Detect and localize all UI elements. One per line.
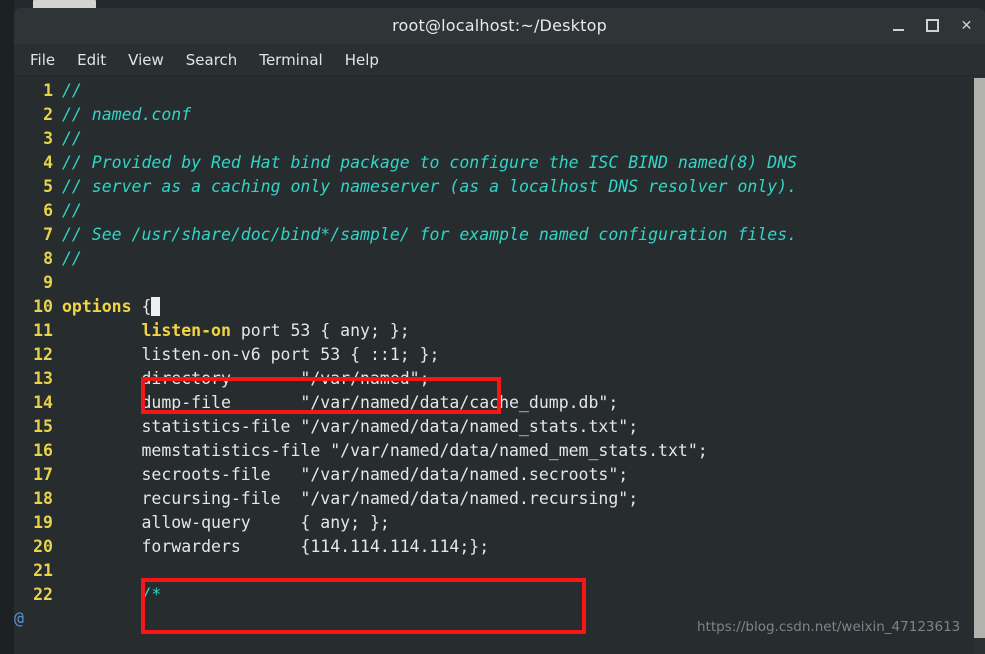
line-number: 8 [43, 249, 53, 268]
line-number: 3 [43, 129, 53, 148]
scrollbar[interactable] [974, 76, 985, 654]
code-token: forwarders {114.114.114.114;}; [62, 537, 490, 556]
editor-line[interactable]: 16 memstatistics-file "/var/named/data/n… [14, 439, 973, 463]
code-token: listen-on [141, 321, 231, 340]
code-token: // [62, 201, 82, 220]
line-number: 2 [43, 105, 53, 124]
line-number: 16 [33, 441, 53, 460]
editor-line[interactable]: 17 secroots-file "/var/named/data/named.… [14, 463, 973, 487]
code-token: listen-on-v6 port 53 { ::1; }; [62, 345, 440, 364]
window-title: root@localhost:~/Desktop [392, 16, 607, 35]
line-number: 12 [33, 345, 53, 364]
code-token: // server as a caching only nameserver (… [62, 177, 798, 196]
code-token: secroots-file "/var/named/data/named.sec… [62, 465, 629, 484]
code-token: // Provided by Red Hat bind package to c… [62, 153, 798, 172]
line-number: 7 [43, 225, 53, 244]
code-token: memstatistics-file "/var/named/data/name… [62, 441, 708, 460]
editor-line[interactable]: 7 // See /usr/share/doc/bind*/sample/ for… [14, 223, 973, 247]
editor-line[interactable]: 11 listen-on port 53 { any; }; [14, 319, 973, 343]
line-number: 19 [33, 513, 53, 532]
code-token: directory "/var/named"; [62, 369, 430, 388]
code-token: allow-query { any; }; [62, 513, 390, 532]
screen: root@localhost:~/Desktop ✕ File Edit Vie… [0, 0, 985, 654]
editor-line[interactable]: 10 options { [14, 295, 973, 319]
editor-line[interactable]: 19 allow-query { any; }; [14, 511, 973, 535]
watermark: https://blog.csdn.net/weixin_47123613 [697, 619, 961, 635]
code-token: { [131, 297, 152, 316]
editor-line[interactable]: 20 forwarders {114.114.114.114;}; [14, 535, 973, 559]
code-token: // See /usr/share/doc/bind*/sample/ for … [62, 225, 798, 244]
editor-line[interactable]: 2 // named.conf [14, 103, 973, 127]
scrollbar-thumb[interactable] [974, 78, 985, 638]
code-token: dump-file "/var/named/data/cache_dump.db… [62, 393, 619, 412]
editor-line[interactable]: 3 // [14, 127, 973, 151]
menu-terminal[interactable]: Terminal [248, 48, 333, 72]
line-number: 9 [43, 273, 53, 292]
code-token: port 53 { any; }; [230, 321, 410, 340]
editor-line[interactable]: 15 statistics-file "/var/named/data/name… [14, 415, 973, 439]
editor-line[interactable]: 12 listen-on-v6 port 53 { ::1; }; [14, 343, 973, 367]
menubar: File Edit View Search Terminal Help [14, 44, 985, 76]
line-number: 11 [33, 321, 53, 340]
line-number: 6 [43, 201, 53, 220]
code-token: // [62, 129, 82, 148]
line-number: 5 [43, 177, 53, 196]
editor-line[interactable]: 6 // [14, 199, 973, 223]
vim-text-area[interactable]: 1 // 2 // named.conf 3 // 4 // Provided by Red … [14, 76, 973, 654]
line-number: 22 [33, 585, 53, 604]
code-token: // [62, 81, 82, 100]
window-titlebar[interactable]: root@localhost:~/Desktop ✕ [14, 8, 985, 44]
code-token: // [62, 249, 82, 268]
menu-file[interactable]: File [19, 48, 66, 72]
line-number: 20 [33, 537, 53, 556]
code-token: recursing-file "/var/named/data/named.re… [62, 489, 639, 508]
editor-line[interactable]: 21 [14, 559, 973, 583]
close-icon[interactable]: ✕ [958, 17, 975, 34]
terminal-window: root@localhost:~/Desktop ✕ File Edit Vie… [14, 8, 985, 654]
line-number: 21 [33, 561, 53, 580]
editor-line[interactable]: 1 // [14, 79, 973, 103]
line-number: 15 [33, 417, 53, 436]
terminal-body[interactable]: 1 // 2 // named.conf 3 // 4 // Provided by Red … [14, 76, 985, 654]
empty-line-marker: @ [14, 609, 24, 628]
editor-line[interactable]: 22 /* [14, 583, 973, 607]
code-token: // named.conf [62, 105, 192, 124]
editor-line[interactable]: 8 // [14, 247, 973, 271]
menu-search[interactable]: Search [175, 48, 249, 72]
code-token: /* [62, 585, 162, 604]
text-cursor [151, 297, 161, 316]
line-number: 4 [43, 153, 53, 172]
editor-line[interactable]: 13 directory "/var/named"; [14, 367, 973, 391]
line-number: 18 [33, 489, 53, 508]
minimize-icon[interactable] [890, 17, 907, 34]
menu-view[interactable]: View [117, 48, 175, 72]
line-number: 14 [33, 393, 53, 412]
line-number: 17 [33, 465, 53, 484]
editor-line[interactable]: 14 dump-file "/var/named/data/cache_dump… [14, 391, 973, 415]
editor-line[interactable]: 5 // server as a caching only nameserver … [14, 175, 973, 199]
code-token: statistics-file "/var/named/data/named_s… [62, 417, 639, 436]
line-number: 13 [33, 369, 53, 388]
menu-help[interactable]: Help [334, 48, 390, 72]
line-number: 1 [43, 81, 53, 100]
menu-edit[interactable]: Edit [66, 48, 117, 72]
editor-line[interactable]: 9 [14, 271, 973, 295]
maximize-icon[interactable] [924, 17, 941, 34]
line-number: 10 [33, 297, 53, 316]
code-token: options [62, 297, 132, 316]
desktop-background [0, 0, 14, 654]
window-controls: ✕ [890, 17, 975, 34]
editor-line[interactable]: 4 // Provided by Red Hat bind package to … [14, 151, 973, 175]
editor-line[interactable]: 18 recursing-file "/var/named/data/named… [14, 487, 973, 511]
